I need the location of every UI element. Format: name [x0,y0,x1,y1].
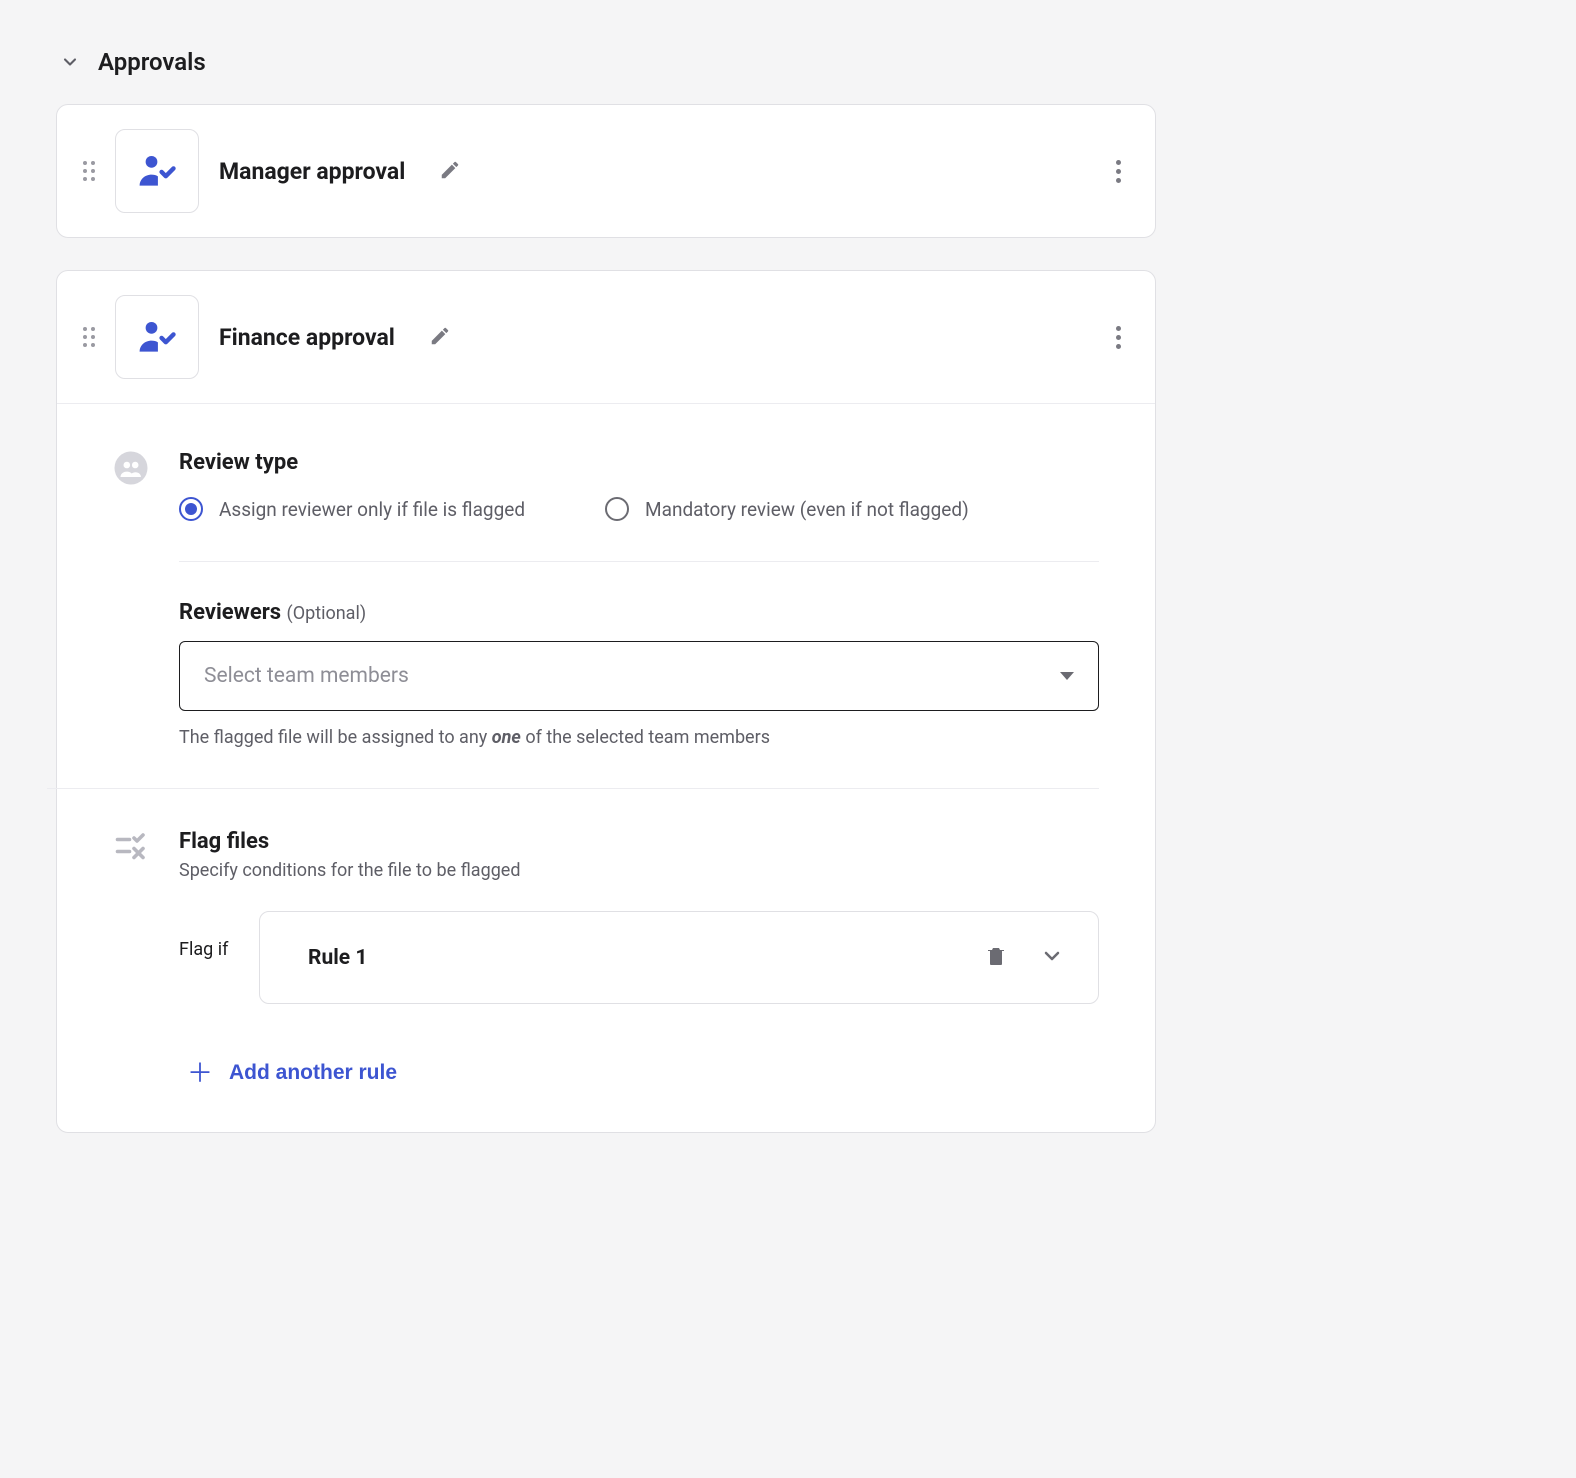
edit-button[interactable] [423,319,457,356]
radio-icon [179,497,203,521]
pencil-icon [429,325,451,347]
reviewers-helper-text: The flagged file will be assigned to any… [179,727,1099,748]
radio-icon [605,497,629,521]
person-check-icon [135,315,179,359]
more-menu-button[interactable] [1108,318,1129,357]
more-menu-button[interactable] [1108,152,1129,191]
radio-flagged-only[interactable]: Assign reviewer only if file is flagged [179,497,525,521]
filter-check-x-icon [113,829,149,870]
optional-hint: (Optional) [287,603,367,624]
review-type-radio-group: Assign reviewer only if file is flagged … [179,497,1099,521]
chevron-down-icon[interactable] [60,52,80,72]
delete-rule-button[interactable] [978,938,1014,977]
approval-icon-tile [115,129,199,213]
trash-icon [984,944,1008,968]
flag-if-label: Flag if [179,911,235,960]
select-placeholder: Select team members [204,664,409,688]
radio-label: Assign reviewer only if file is flagged [219,498,525,521]
approval-card-finance: Finance approval [56,270,1156,1133]
add-rule-label: Add another rule [229,1061,397,1085]
flag-files-subdesc: Specify conditions for the file to be fl… [179,860,1099,881]
flag-files-heading: Flag files [179,829,1099,854]
group-icon [113,450,149,491]
review-type-heading: Review type [179,450,1099,475]
plus-icon: ＋ [187,1060,213,1086]
radio-mandatory[interactable]: Mandatory review (even if not flagged) [605,497,969,521]
caret-down-icon [1060,672,1074,680]
person-check-icon [135,149,179,193]
edit-button[interactable] [433,153,467,190]
approval-card-title: Manager approval [219,158,405,185]
approval-icon-tile [115,295,199,379]
add-rule-button[interactable]: ＋ Add another rule [181,1054,403,1092]
chevron-down-icon [1040,944,1064,968]
expand-rule-button[interactable] [1034,938,1070,977]
rule-title: Rule 1 [288,946,958,970]
section-header: Approvals [60,48,1156,76]
reviewers-label: Reviewers (Optional) [179,600,1099,625]
approval-card-manager: Manager approval [56,104,1156,238]
drag-handle-icon[interactable] [83,327,95,347]
rule-card[interactable]: Rule 1 [259,911,1099,1004]
section-title: Approvals [98,48,206,76]
reviewers-select[interactable]: Select team members [179,641,1099,711]
approval-card-title: Finance approval [219,324,395,351]
radio-label: Mandatory review (even if not flagged) [645,498,969,521]
pencil-icon [439,159,461,181]
drag-handle-icon[interactable] [83,161,95,181]
